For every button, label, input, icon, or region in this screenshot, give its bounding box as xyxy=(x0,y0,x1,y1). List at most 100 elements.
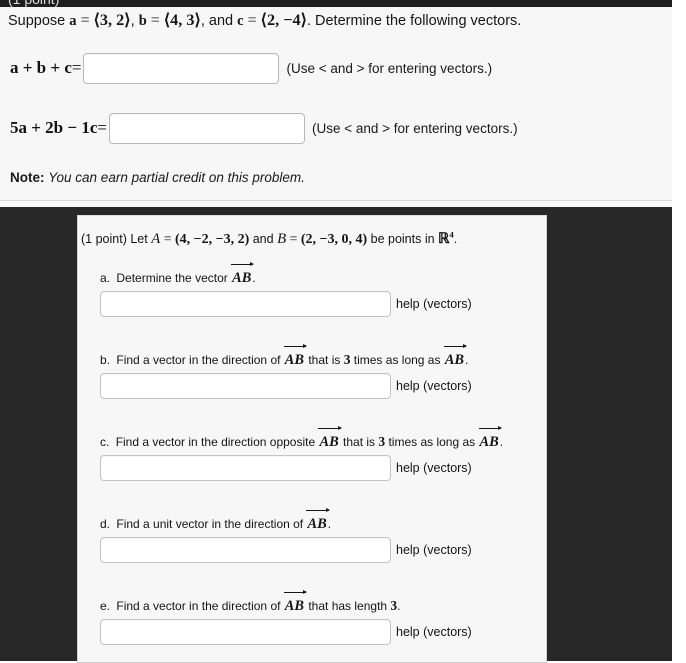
part-c-period: . xyxy=(499,435,504,449)
period-1: . xyxy=(306,13,311,29)
answer-input-part-d[interactable] xyxy=(100,537,391,563)
header-tail: be points in xyxy=(370,231,435,246)
part-a-period: . xyxy=(252,271,256,285)
answer-input-part-a[interactable] xyxy=(100,291,391,317)
vector-AB-c2: AB xyxy=(478,425,502,449)
part-a-statement: Determine the vector xyxy=(116,271,228,285)
point-B-name: B xyxy=(277,230,287,247)
part-c-answer-row: help (vectors) xyxy=(100,455,544,481)
part-e-text: e. Find a vector in the direction of AB … xyxy=(100,589,544,614)
equation-1-equals: = xyxy=(71,58,82,77)
part-c-multiplier: 3 xyxy=(378,434,386,449)
part-d-period: . xyxy=(327,517,332,531)
point-A-name: A xyxy=(151,230,161,247)
help-vectors-link-d[interactable]: help (vectors) xyxy=(391,543,472,557)
part-b-mid2: times as long as xyxy=(353,353,441,367)
vector-AB-a: AB xyxy=(231,261,255,285)
comma-1: , xyxy=(130,13,135,29)
real-space-symbol: ℝ4 xyxy=(438,229,454,247)
vector-AB-e: AB xyxy=(283,589,308,613)
help-vectors-link-b[interactable]: help (vectors) xyxy=(391,379,472,393)
equation-row-1: a + b + c= (Use < and > for entering vec… xyxy=(10,52,492,84)
part-a-text: a. Determine the vector AB. xyxy=(100,261,544,286)
screenshot-root: (1 point) Suppose a = ⟨3, 2⟩, b = ⟨4, 3⟩… xyxy=(0,0,686,663)
problem-1-prompt: Suppose a = ⟨3, 2⟩, b = ⟨4, 3⟩, and c = … xyxy=(8,11,521,31)
vector-entry-hint-2: (Use < and > for entering vectors.) xyxy=(311,120,518,136)
part-d-letter: d. xyxy=(100,517,111,531)
part-d-statement: Find a unit vector in the direction of xyxy=(116,517,304,531)
problem-part-c: c. Find a vector in the direction opposi… xyxy=(100,425,544,481)
equation-2-expression: 5a + 2b − 1c xyxy=(10,118,98,137)
part-e-period: . xyxy=(397,599,401,613)
part-b-mid: that is xyxy=(308,353,341,367)
note-body: You can earn partial credit on this prob… xyxy=(48,170,305,185)
vector-AB-d: AB xyxy=(306,507,330,531)
part-b-text: b. Find a vector in the direction of AB … xyxy=(100,343,544,368)
vector-AB-b1: AB xyxy=(283,343,308,367)
part-e-statement: Find a vector in the direction of xyxy=(116,599,281,613)
part-c-letter: c. xyxy=(100,435,110,449)
divider xyxy=(0,200,672,201)
answer-input-1[interactable] xyxy=(83,52,280,84)
answer-input-2[interactable] xyxy=(108,112,305,144)
note-keyword: Note: xyxy=(10,170,45,185)
part-b-answer-row: help (vectors) xyxy=(100,373,544,399)
help-vectors-link-c[interactable]: help (vectors) xyxy=(391,461,472,475)
problem-part-b: b. Find a vector in the direction of AB … xyxy=(100,343,544,399)
vector-a-name: a xyxy=(69,13,77,29)
part-d-answer-row: help (vectors) xyxy=(100,537,544,563)
part-b-period: . xyxy=(465,353,469,367)
part-b-multiplier: 3 xyxy=(343,352,351,367)
equation-row-2: 5a + 2b − 1c= (Use < and > for entering … xyxy=(10,112,518,144)
part-b-letter: b. xyxy=(100,353,111,367)
part-c-text: c. Find a vector in the direction opposi… xyxy=(100,425,544,450)
prompt-tail: Determine the following vectors. xyxy=(315,13,522,29)
part-c-mid: that is xyxy=(343,435,376,449)
vector-c-name: c xyxy=(237,13,244,29)
point-A-value: (4, −2, −3, 2) xyxy=(174,231,250,247)
help-vectors-link-a[interactable]: help (vectors) xyxy=(391,297,472,311)
part-b-statement: Find a vector in the direction of xyxy=(116,353,281,367)
vector-b-value: ⟨4, 3⟩ xyxy=(163,11,201,29)
equals-1: = xyxy=(80,12,90,29)
problem-2-header: (1 point) Let A = (4, −2, −3, 2) and B =… xyxy=(81,226,457,248)
problem-part-d: d. Find a unit vector in the direction o… xyxy=(100,507,544,563)
part-c-mid2: times as long as xyxy=(388,435,476,449)
header-period: . xyxy=(453,231,458,246)
equation-2-label: 5a + 2b − 1c= xyxy=(10,118,109,138)
problem-1-panel: (1 point) Suppose a = ⟨3, 2⟩, b = ⟨4, 3⟩… xyxy=(0,0,672,207)
equation-2-equals: = xyxy=(97,118,107,137)
part-c-statement: Find a vector in the direction opposite xyxy=(115,435,316,449)
header-lead: Let xyxy=(130,231,148,246)
part-a-answer-row: help (vectors) xyxy=(100,291,544,317)
problem-part-a: a. Determine the vector AB. help (vector… xyxy=(100,261,544,317)
help-vectors-link-e[interactable]: help (vectors) xyxy=(391,625,472,639)
part-d-text: d. Find a unit vector in the direction o… xyxy=(100,507,544,532)
clipped-top-strip: (1 point) xyxy=(0,0,672,7)
vector-AB-c1: AB xyxy=(318,425,342,449)
equals-2: = xyxy=(150,12,160,29)
equals-3: = xyxy=(247,12,257,29)
equals-A: = xyxy=(163,230,172,246)
vector-b-name: b xyxy=(138,13,147,29)
part-a-letter: a. xyxy=(100,271,111,285)
vector-c-value: ⟨2, −4⟩ xyxy=(260,11,307,29)
header-and: and xyxy=(252,231,274,246)
answer-input-part-c[interactable] xyxy=(100,455,391,481)
points-label: (1 point) xyxy=(81,231,127,246)
equation-1-label: a + b + c= xyxy=(10,58,83,78)
prompt-and: and xyxy=(208,13,234,29)
prompt-lead: Suppose xyxy=(8,13,66,29)
part-e-mid: that has length xyxy=(308,599,388,613)
clipped-points-label: (1 point) xyxy=(8,0,59,7)
answer-input-part-b[interactable] xyxy=(100,373,391,399)
problem-2-panel: (1 point) Let A = (4, −2, −3, 2) and B =… xyxy=(77,215,547,663)
vector-AB-b2: AB xyxy=(443,343,468,367)
equals-B: = xyxy=(289,230,298,246)
equation-1-expression: a + b + c xyxy=(10,58,72,77)
part-e-answer-row: help (vectors) xyxy=(100,619,544,645)
part-e-letter: e. xyxy=(100,599,111,613)
comma-2: , xyxy=(200,13,205,29)
answer-input-part-e[interactable] xyxy=(100,619,391,645)
blackboard-R: ℝ xyxy=(438,230,450,247)
